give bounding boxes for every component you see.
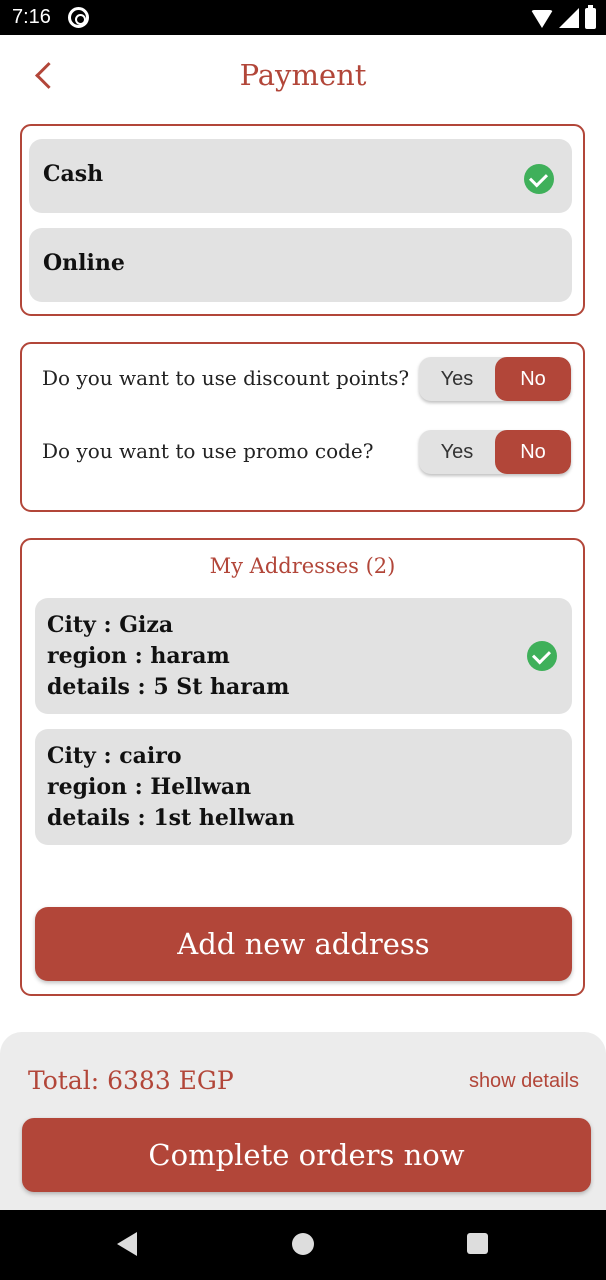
discount-points-question: Do you want to use discount points? bbox=[42, 366, 410, 390]
notification-app-icon bbox=[68, 7, 89, 28]
order-total: Total: 6383 EGP bbox=[28, 1066, 234, 1095]
discount-points-no[interactable]: No bbox=[495, 357, 571, 401]
addresses-title: My Addresses (2) bbox=[209, 554, 396, 578]
system-nav-bar bbox=[0, 1210, 606, 1280]
address-item[interactable]: City : Giza region : haram details : 5 S… bbox=[35, 598, 572, 714]
address-item[interactable]: City : cairo region : Hellwan details : … bbox=[35, 729, 572, 845]
promo-code-yes[interactable]: Yes bbox=[419, 430, 495, 474]
promo-code-question: Do you want to use promo code? bbox=[42, 439, 374, 463]
add-new-address-button[interactable]: Add new address bbox=[35, 907, 572, 981]
discount-points-yes[interactable]: Yes bbox=[419, 357, 495, 401]
address-region: region : Hellwan bbox=[47, 774, 252, 800]
complete-orders-button[interactable]: Complete orders now bbox=[22, 1118, 591, 1192]
discount-points-toggle[interactable]: Yes No bbox=[419, 357, 571, 401]
status-time: 7:16 bbox=[12, 6, 51, 28]
nav-back-icon[interactable] bbox=[117, 1232, 137, 1256]
nav-home-icon[interactable] bbox=[292, 1233, 314, 1255]
check-icon bbox=[524, 164, 554, 194]
page-title: Payment bbox=[239, 58, 367, 92]
payment-option-label: Cash bbox=[43, 161, 104, 187]
show-details-link[interactable]: show details bbox=[469, 1070, 579, 1093]
wifi-icon bbox=[531, 10, 553, 28]
promo-code-toggle[interactable]: Yes No bbox=[419, 430, 571, 474]
order-summary-panel: Total: 6383 EGP show details Complete or… bbox=[0, 1032, 606, 1210]
address-city: City : cairo bbox=[47, 743, 182, 769]
status-bar: 7:16 bbox=[0, 0, 606, 35]
nav-recents-icon[interactable] bbox=[467, 1233, 488, 1254]
battery-icon bbox=[585, 4, 596, 29]
payment-option-label: Online bbox=[43, 250, 125, 276]
signal-icon bbox=[559, 8, 579, 28]
discount-options-card: Do you want to use discount points? Yes … bbox=[20, 342, 585, 512]
address-details: details : 1st hellwan bbox=[47, 805, 295, 831]
address-region: region : haram bbox=[47, 643, 230, 669]
check-icon bbox=[527, 641, 557, 671]
addresses-card: My Addresses (2) City : Giza region : ha… bbox=[20, 538, 585, 996]
address-details: details : 5 St haram bbox=[47, 674, 290, 700]
payment-option-cash[interactable]: Cash bbox=[29, 139, 572, 213]
payment-method-card: Cash Online bbox=[20, 124, 585, 316]
payment-option-online[interactable]: Online bbox=[29, 228, 572, 302]
address-city: City : Giza bbox=[47, 612, 174, 638]
promo-code-no[interactable]: No bbox=[495, 430, 571, 474]
status-icons bbox=[531, 4, 596, 30]
